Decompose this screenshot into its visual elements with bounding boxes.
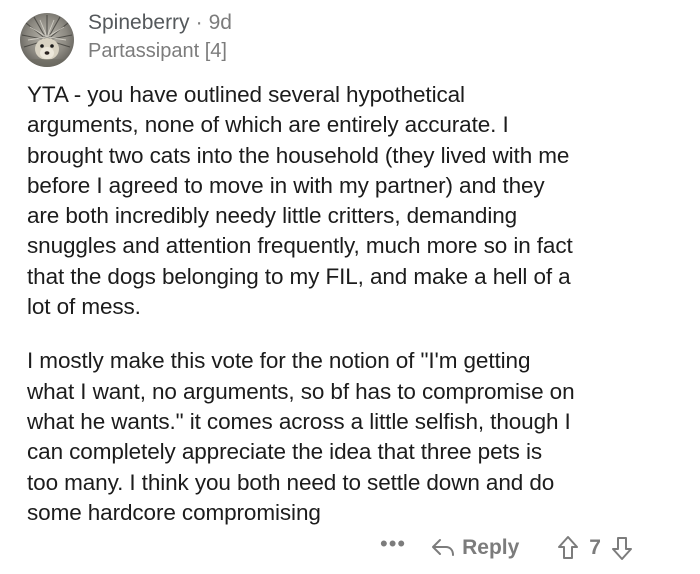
hedgehog-avatar-icon: [20, 13, 74, 67]
username[interactable]: Spineberry: [88, 11, 190, 34]
downvote-arrow-icon: [611, 537, 632, 560]
comment-body: YTA - you have outlined several hypothet…: [27, 80, 687, 528]
meta-separator: ·: [195, 11, 203, 34]
vote-score: 7: [589, 536, 601, 559]
reply-arrow-icon: [432, 539, 455, 556]
downvote-button[interactable]: [611, 535, 633, 561]
user-flair: Partassipant [4]: [88, 40, 227, 62]
comment-actions: ••• Reply 7: [380, 530, 633, 566]
user-avatar[interactable]: [20, 13, 74, 67]
more-options-button[interactable]: •••: [380, 533, 406, 559]
comment: Spineberry · 9d Partassipant [4] YTA - you…: [0, 0, 700, 574]
comment-paragraph: YTA - you have outlined several hypothet…: [27, 82, 573, 320]
more-options-icon: •••: [380, 531, 407, 556]
reply-label: Reply: [462, 536, 520, 559]
username-line: Spineberry · 9d: [88, 10, 232, 36]
comment-age: 9d: [208, 11, 232, 34]
comment-meta: Spineberry · 9d Partassipant [4]: [88, 10, 232, 64]
comment-paragraph: I mostly make this vote for the notion o…: [27, 348, 575, 525]
upvote-button[interactable]: [557, 535, 579, 561]
upvote-arrow-icon: [558, 536, 579, 559]
reply-button[interactable]: Reply: [430, 536, 519, 560]
